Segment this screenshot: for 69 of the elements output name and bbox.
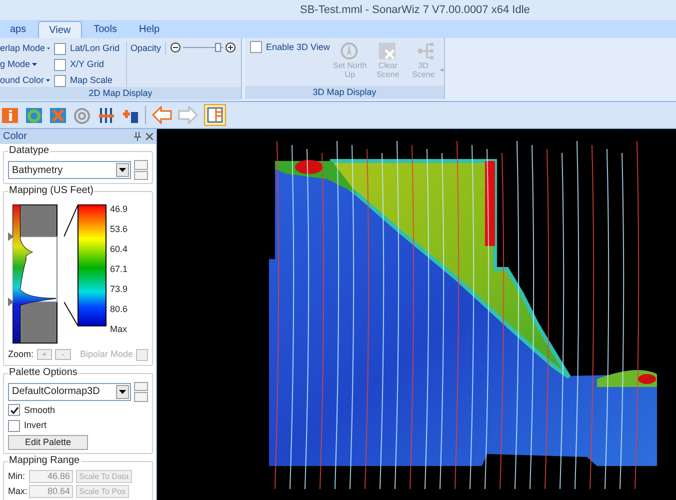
checkbox[interactable] [54, 74, 66, 86]
pin-icon[interactable] [134, 132, 141, 141]
spin-up-button[interactable] [134, 160, 148, 170]
caret-icon [119, 168, 126, 172]
range-label: Max: [8, 485, 26, 498]
bipolar-label: Bipolar Mode [80, 348, 133, 361]
dropdown-field[interactable]: DefaultColormap3D [8, 382, 131, 400]
caret-icon [46, 79, 50, 82]
ribbon-tab[interactable]: aps [0, 21, 36, 38]
target-icon[interactable] [73, 106, 91, 124]
info-icon[interactable] [1, 106, 19, 124]
group-label: Mapping (US Feet) [8, 185, 94, 197]
group-title: 3D Map Display [245, 86, 444, 99]
check-icon [10, 406, 18, 415]
close-icon[interactable] [146, 133, 153, 140]
grid-lines-icon[interactable] [97, 106, 115, 124]
range-label: Min: [8, 470, 26, 482]
checkbox-label: X/Y Grid [70, 58, 104, 71]
minus-icon[interactable] [170, 42, 182, 53]
scale-label: 60.4 [110, 244, 128, 254]
group-label: Palette Options [8, 366, 78, 378]
menu-button[interactable]: g Mode [0, 58, 50, 71]
zoom-label: Zoom: [8, 348, 34, 361]
checkbox-label: Smooth [24, 404, 56, 416]
slider-thumb[interactable] [215, 43, 222, 52]
checkbox-label: Invert [24, 419, 47, 432]
edit-palette-button[interactable]: Edit Palette [8, 434, 88, 450]
ribbon-tab[interactable]: View [38, 21, 82, 38]
spin-down-button[interactable] [134, 170, 148, 180]
plus-icon[interactable] [225, 42, 236, 53]
clear-scene-icon [378, 41, 398, 61]
left-arrow-icon[interactable] [152, 106, 172, 124]
group-label: Mapping Range [8, 454, 81, 466]
scale-label: 53.6 [110, 224, 128, 234]
group-title: 2D Map Display [0, 87, 241, 100]
caret-icon [119, 390, 126, 394]
checkbox[interactable] [54, 42, 66, 54]
right-arrow-icon[interactable] [178, 106, 198, 124]
scale-label: 80.6 [110, 304, 128, 314]
spin-down-button[interactable] [134, 392, 148, 402]
delete-icon[interactable] [49, 106, 67, 124]
checkbox[interactable] [8, 420, 20, 432]
ribbon-tab[interactable]: Help [128, 21, 170, 38]
checkbox[interactable] [8, 404, 20, 416]
window-title: SB-Test.mml - SonarWiz 7 V7.00.0007 x64 Idle [300, 2, 530, 18]
scale-label: 46.9 [110, 204, 128, 214]
ribbon-tab[interactable]: Tools [84, 21, 127, 38]
checkbox[interactable] [54, 58, 66, 70]
checkbox-label: Lat/Lon Grid [70, 42, 120, 55]
scale-label: 67.1 [110, 264, 128, 274]
caret-icon [32, 63, 38, 66]
opacity-slider[interactable] [183, 42, 224, 53]
spin-up-button[interactable] [134, 382, 148, 391]
compass-icon [340, 41, 360, 61]
caret-icon [47, 47, 50, 50]
panel-layout-icon[interactable] [204, 104, 226, 126]
refresh-icon[interactable] [25, 106, 43, 124]
scale-label: 73.9 [110, 284, 128, 294]
scale-label: Max [110, 324, 128, 334]
menu-button[interactable]: ound Color [0, 74, 50, 87]
group-label: Datatype [8, 145, 50, 157]
dropdown-field[interactable]: Bathymetry [8, 161, 131, 179]
checkbox-label: Enable 3D View [266, 41, 330, 54]
menu-button[interactable]: erlap Mode [0, 42, 50, 55]
checkbox-label: Map Scale [70, 74, 113, 87]
scene-tree-icon [416, 41, 436, 61]
panel-title: Color [3, 130, 27, 144]
opacity-label: Opacity [130, 42, 166, 55]
checkbox[interactable] [250, 41, 262, 53]
